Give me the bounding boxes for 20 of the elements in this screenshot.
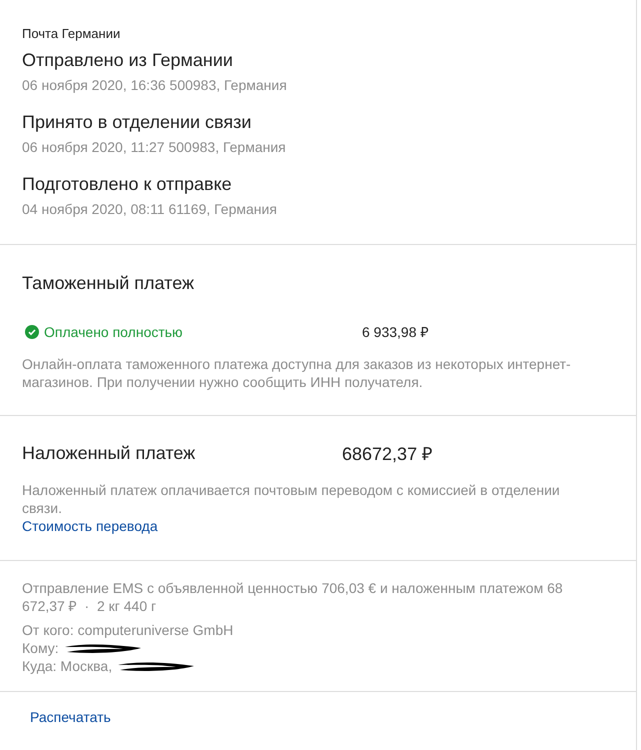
event-details: 04 ноября 2020, 08:11 61169, Германия — [22, 200, 278, 218]
payment-amount: 6 933,98 ₽ — [362, 323, 428, 341]
section-title: Таможенный платеж — [22, 272, 196, 295]
shipment-detail: От кого: computeruniverse GmbH — [22, 621, 234, 639]
info-text: Онлайн-оплата таможенного платежа доступна для заказов из некоторых интернет-магазинов. При получении нужно сообщить ИНН получателя. — [22, 355, 572, 391]
event-title: Отправлено из Германии — [22, 49, 234, 72]
event-details: 06 ноября 2020, 16:36 500983, Германия — [22, 76, 288, 94]
section-title: Наложенный платеж — [22, 442, 196, 464]
event-details: 06 ноября 2020, 11:27 500983, Германия — [22, 138, 287, 156]
carrier-name: Почта Германии — [22, 26, 122, 42]
shipment-detail: Кому: — [22, 639, 59, 657]
print-link[interactable]: Распечатать — [30, 708, 111, 726]
shipment-description: Отправление EMS с объявленной ценностью 706,03 € и наложенным платежом 68 672,37 ₽ · 2 кг 440 г — [22, 579, 564, 615]
event-title: Подготовлено к отправке — [22, 173, 233, 196]
shipment-detail: Куда: Москва, — [22, 657, 112, 675]
payment-amount: 68672,37 ₽ — [342, 443, 432, 465]
transfer-cost-link[interactable]: Стоимость перевода — [22, 517, 158, 535]
event-title: Принято в отделении связи — [22, 111, 252, 134]
info-text: Наложенный платеж оплачивается почтовым переводом с комиссией в отделении связи. — [22, 481, 561, 517]
payment-status: Оплачено полностью — [44, 324, 184, 340]
